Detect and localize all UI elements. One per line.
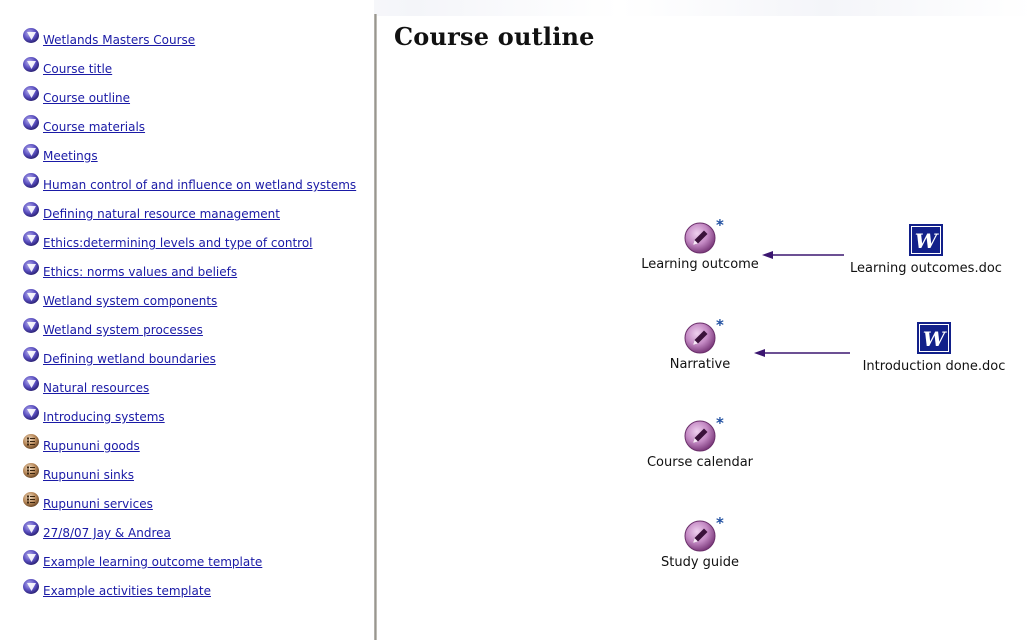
sidebar-item-label[interactable]: Course materials <box>43 120 145 134</box>
node-label: Course calendar <box>646 455 754 470</box>
doc-learning-outcomes[interactable]: W Learning outcomes.doc <box>836 224 1016 276</box>
sidebar-item-label[interactable]: Rupununi services <box>43 497 153 511</box>
sidebar-item-label[interactable]: Introducing systems <box>43 410 165 424</box>
sidebar-item-wetland-components[interactable]: Wetland system components <box>22 288 356 317</box>
map-icon <box>23 86 39 101</box>
new-badge: * <box>716 316 724 334</box>
sidebar-item-wetland-processes[interactable]: Wetland system processes <box>22 317 356 346</box>
sidebar-item-example-outcome-template[interactable]: Example learning outcome template <box>22 549 356 578</box>
node-label: Learning outcome <box>641 257 759 272</box>
sidebar-item-jay-andrea[interactable]: 27/8/07 Jay & Andrea <box>22 520 356 549</box>
map-icon <box>23 550 39 565</box>
sidebar-item-course-materials[interactable]: Course materials <box>22 114 356 143</box>
map-icon <box>23 289 39 304</box>
sidebar-item-label[interactable]: Example learning outcome template <box>43 555 262 569</box>
map-icon <box>23 579 39 594</box>
page-title: Course outline <box>394 22 595 51</box>
map-icon <box>23 347 39 362</box>
map-icon <box>23 231 39 246</box>
sidebar-item-label[interactable]: Defining wetland boundaries <box>43 352 216 366</box>
sidebar-item-wetland-boundaries[interactable]: Defining wetland boundaries <box>22 346 356 375</box>
list-icon <box>23 492 39 507</box>
sidebar-item-label[interactable]: Example activities template <box>43 584 211 598</box>
sidebar-item-label[interactable]: Rupununi sinks <box>43 468 134 482</box>
sidebar-item-label[interactable]: Ethics: norms values and beliefs <box>43 265 237 279</box>
sidebar-item-course-outline[interactable]: Course outline <box>22 85 356 114</box>
map-icon <box>23 144 39 159</box>
map-icon <box>23 202 39 217</box>
word-doc-icon: W <box>917 322 951 354</box>
node-narrative[interactable]: * Narrative <box>630 314 770 372</box>
sidebar-item-label[interactable]: Defining natural resource management <box>43 207 280 221</box>
sidebar-item-ethics-norms[interactable]: Ethics: norms values and beliefs <box>22 259 356 288</box>
new-badge: * <box>716 216 724 234</box>
sidebar: Wetlands Masters Course Course title Cou… <box>0 0 374 640</box>
node-course-calendar[interactable]: * Course calendar <box>630 412 770 470</box>
node-label: Narrative <box>669 357 731 372</box>
map-icon <box>23 28 39 43</box>
new-badge: * <box>716 414 724 432</box>
map-icon <box>23 57 39 72</box>
new-badge: * <box>716 514 724 532</box>
node-learning-outcome[interactable]: * Learning outcome <box>630 214 770 272</box>
link-arrow[interactable] <box>760 247 846 261</box>
link-arrow[interactable] <box>752 345 852 359</box>
sidebar-list: Wetlands Masters Course Course title Cou… <box>22 27 356 607</box>
note-icon: * <box>684 414 724 452</box>
list-icon <box>23 463 39 478</box>
sidebar-item-example-activities-template[interactable]: Example activities template <box>22 578 356 607</box>
doc-label: Introduction done.doc <box>862 359 1006 374</box>
word-doc-icon: W <box>909 224 943 256</box>
sidebar-item-rupununi-sinks[interactable]: Rupununi sinks <box>22 462 356 491</box>
sidebar-item-label[interactable]: Course outline <box>43 91 130 105</box>
map-icon <box>23 405 39 420</box>
sidebar-item-human-control[interactable]: Human control of and influence on wetlan… <box>22 172 356 201</box>
sidebar-item-wetlands-masters-course[interactable]: Wetlands Masters Course <box>22 27 356 56</box>
sidebar-item-meetings[interactable]: Meetings <box>22 143 356 172</box>
map-icon <box>23 173 39 188</box>
sidebar-item-label[interactable]: Ethics:determining levels and type of co… <box>43 236 313 250</box>
node-label: Study guide <box>660 555 740 570</box>
note-icon: * <box>684 514 724 552</box>
sidebar-item-natural-resources[interactable]: Natural resources <box>22 375 356 404</box>
sidebar-item-label[interactable]: Meetings <box>43 149 98 163</box>
word-glyph: W <box>915 229 940 253</box>
note-icon: * <box>684 316 724 354</box>
map-icon <box>23 376 39 391</box>
sidebar-item-introducing-systems[interactable]: Introducing systems <box>22 404 356 433</box>
sidebar-item-label[interactable]: Wetland system processes <box>43 323 203 337</box>
sidebar-item-course-title[interactable]: Course title <box>22 56 356 85</box>
app-window: Wetlands Masters Course Course title Cou… <box>0 0 1033 640</box>
map-icon <box>23 521 39 536</box>
sidebar-item-label[interactable]: Human control of and influence on wetlan… <box>43 178 356 192</box>
sidebar-item-rupununi-goods[interactable]: Rupununi goods <box>22 433 356 462</box>
sidebar-item-label[interactable]: Natural resources <box>43 381 149 395</box>
sidebar-item-ethics-control[interactable]: Ethics:determining levels and type of co… <box>22 230 356 259</box>
sidebar-item-label[interactable]: Rupununi goods <box>43 439 140 453</box>
note-icon: * <box>684 216 724 254</box>
sidebar-item-rupununi-services[interactable]: Rupununi services <box>22 491 356 520</box>
sidebar-item-defining-nrm[interactable]: Defining natural resource management <box>22 201 356 230</box>
doc-label: Learning outcomes.doc <box>850 261 1002 276</box>
map-icon <box>23 260 39 275</box>
map-canvas: Course outline * Learning outcome * Narr… <box>378 0 1033 640</box>
map-icon <box>23 318 39 333</box>
word-glyph: W <box>923 327 948 351</box>
map-icon <box>23 115 39 130</box>
list-icon <box>23 434 39 449</box>
sidebar-item-label[interactable]: Wetlands Masters Course <box>43 33 195 47</box>
sidebar-item-label[interactable]: Wetland system components <box>43 294 217 308</box>
pane-divider[interactable] <box>374 14 377 640</box>
node-study-guide[interactable]: * Study guide <box>630 512 770 570</box>
doc-introduction-done[interactable]: W Introduction done.doc <box>844 322 1024 374</box>
sidebar-item-label[interactable]: Course title <box>43 62 112 76</box>
sidebar-item-label[interactable]: 27/8/07 Jay & Andrea <box>43 526 171 540</box>
